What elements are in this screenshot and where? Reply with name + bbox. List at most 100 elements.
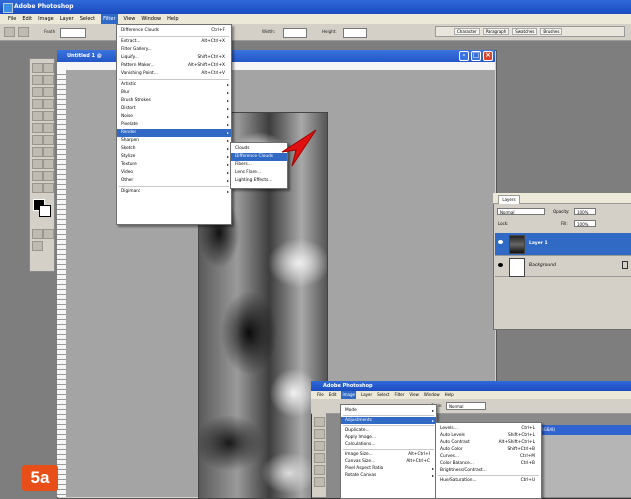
eyedropper-tool-icon[interactable] — [43, 171, 54, 181]
shape-tool-icon[interactable] — [43, 159, 54, 169]
menu-item-calculations[interactable]: Calculations... — [341, 441, 436, 448]
blend-mode-select[interactable]: Normal — [497, 208, 545, 215]
inset-tool-icon[interactable] — [314, 429, 325, 439]
menu-item-lighting-effects[interactable]: Lighting Effects... — [231, 177, 287, 185]
gradient-tool-icon[interactable] — [43, 123, 54, 133]
height-input[interactable] — [343, 28, 367, 38]
opacity-input[interactable]: 100% — [574, 208, 596, 215]
blur-tool-icon[interactable] — [32, 135, 43, 145]
inset-tool-icon[interactable] — [314, 477, 325, 487]
tab-layers[interactable]: Layers — [498, 195, 520, 204]
menu-item-stylize[interactable]: Stylize ▸ — [117, 153, 231, 161]
quick-mask-icon[interactable] — [32, 229, 43, 239]
inset-menu-edit[interactable]: Edit — [329, 391, 337, 399]
menu-item-texture[interactable]: Texture ▸ — [117, 161, 231, 169]
menu-item-other[interactable]: Other ▸ — [117, 177, 231, 185]
selection-mode-icon[interactable] — [18, 27, 29, 37]
menu-item-duplicate[interactable]: Duplicate... — [341, 427, 436, 434]
inset-menu-help[interactable]: Help — [445, 391, 454, 399]
screen-mode-icon[interactable] — [43, 229, 54, 239]
stamp-tool-icon[interactable] — [32, 111, 43, 121]
menu-window[interactable]: Window — [141, 14, 161, 24]
notes-tool-icon[interactable] — [32, 171, 43, 181]
menu-view[interactable]: View — [124, 14, 136, 24]
menu-item-vanishing-point[interactable]: Vanishing Point... Alt+Ctrl+V — [117, 70, 231, 78]
marquee-preset-icon[interactable] — [4, 27, 15, 37]
menu-item-artistic[interactable]: Artistic ▸ — [117, 81, 231, 89]
palette-well-tab-swatches[interactable]: Swatches — [512, 28, 538, 35]
menu-item-video[interactable]: Video ▸ — [117, 169, 231, 177]
menu-item-digimarc[interactable]: Digimarc ▸ — [117, 188, 231, 196]
menu-item-curves[interactable]: Curves... Ctrl+M — [436, 453, 541, 460]
menu-item-noise[interactable]: Noise ▸ — [117, 113, 231, 121]
close-icon[interactable]: × — [483, 51, 493, 61]
brush-tool-icon[interactable] — [43, 99, 54, 109]
menu-item-brightness-contrast[interactable]: Brightness/Contrast... — [436, 467, 541, 474]
background-color-swatch[interactable] — [39, 205, 51, 217]
menu-item-difference-clouds[interactable]: Difference Clouds Ctrl+F — [117, 27, 231, 35]
feather-input[interactable] — [60, 28, 86, 38]
menu-item-filter-gallery[interactable]: Filter Gallery... — [117, 46, 231, 54]
inset-menu-file[interactable]: File — [317, 391, 324, 399]
menu-item-sketch[interactable]: Sketch ▸ — [117, 145, 231, 153]
history-brush-tool-icon[interactable] — [43, 111, 54, 121]
menu-item-levels[interactable]: Levels... Ctrl+L — [436, 425, 541, 432]
dodge-tool-icon[interactable] — [43, 135, 54, 145]
eye-icon[interactable] — [498, 240, 503, 244]
magic-wand-tool-icon[interactable] — [43, 75, 54, 85]
hand-tool-icon[interactable] — [32, 183, 43, 193]
inset-tool-icon[interactable] — [314, 441, 325, 451]
minimize-icon[interactable]: - — [459, 51, 469, 61]
inset-menu-filter[interactable]: Filter — [394, 391, 404, 399]
layer-row-layer-1[interactable]: Layer 1 — [495, 233, 631, 255]
menu-item-adjustments[interactable]: Adjustments ▸ — [341, 417, 436, 424]
menu-item-pixelate[interactable]: Pixelate ▸ — [117, 121, 231, 129]
menu-item-mode[interactable]: Mode ▸ — [341, 407, 436, 414]
width-input[interactable] — [283, 28, 307, 38]
menu-filter[interactable]: Filter — [101, 14, 118, 24]
menu-item-extract[interactable]: Extract... Alt+Ctrl+X — [117, 38, 231, 46]
menu-item-auto-levels[interactable]: Auto Levels Shift+Ctrl+L — [436, 432, 541, 439]
menu-item-render[interactable]: Render ▸ — [117, 129, 231, 137]
eraser-tool-icon[interactable] — [32, 123, 43, 133]
move-tool-icon[interactable] — [32, 63, 43, 73]
zoom-tool-icon[interactable] — [43, 183, 54, 193]
inset-menu-window[interactable]: Window — [424, 391, 440, 399]
menu-item-liquify[interactable]: Liquify... Shift+Ctrl+X — [117, 54, 231, 62]
maximize-icon[interactable]: □ — [471, 51, 481, 61]
inset-menu-layer[interactable]: Layer — [361, 391, 372, 399]
menu-item-brush-strokes[interactable]: Brush Strokes ▸ — [117, 97, 231, 105]
inset-tool-icon[interactable] — [314, 453, 325, 463]
layer-row-background[interactable]: Background — [495, 255, 631, 277]
marquee-tool-icon[interactable] — [43, 63, 54, 73]
menu-item-apply-image[interactable]: Apply Image... — [341, 434, 436, 441]
menu-item-pixel-aspect-ratio[interactable]: Pixel Aspect Ratio ▸ — [341, 465, 436, 472]
slice-tool-icon[interactable] — [43, 87, 54, 97]
inset-tool-icon[interactable] — [314, 417, 325, 427]
menu-item-hue-saturation[interactable]: Hue/Saturation... Ctrl+U — [436, 477, 541, 484]
menu-item-auto-contrast[interactable]: Auto Contrast Alt+Shift+Ctrl+L — [436, 439, 541, 446]
inset-tool-icon[interactable] — [314, 465, 325, 475]
crop-tool-icon[interactable] — [32, 87, 43, 97]
lasso-tool-icon[interactable] — [32, 75, 43, 85]
menu-item-auto-color[interactable]: Auto Color Shift+Ctrl+B — [436, 446, 541, 453]
type-tool-icon[interactable] — [43, 147, 54, 157]
menu-help[interactable]: Help — [167, 14, 178, 24]
pen-tool-icon[interactable] — [32, 159, 43, 169]
menu-item-rotate-canvas[interactable]: Rotate Canvas ▸ — [341, 472, 436, 479]
inset-menu-image[interactable]: Image — [341, 391, 356, 399]
menu-item-color-balance[interactable]: Color Balance... Ctrl+B — [436, 460, 541, 467]
jump-to-imageready-icon[interactable] — [32, 241, 43, 251]
palette-well-tab-paragraph[interactable]: Paragraph — [482, 28, 510, 35]
healing-tool-icon[interactable] — [32, 99, 43, 109]
menu-item-blur[interactable]: Blur ▸ — [117, 89, 231, 97]
palette-well-tab-brushes[interactable]: Brushes — [540, 28, 563, 35]
menu-select[interactable]: Select — [80, 14, 95, 24]
menu-item-sharpen[interactable]: Sharpen ▸ — [117, 137, 231, 145]
palette-well-tab-character[interactable]: Character — [454, 28, 480, 35]
fill-input[interactable]: 100% — [574, 220, 596, 227]
style-select[interactable]: Normal — [446, 402, 486, 410]
menu-layer[interactable]: Layer — [60, 14, 74, 24]
menu-edit[interactable]: Edit — [22, 14, 32, 24]
inset-menu-view[interactable]: View — [409, 391, 419, 399]
